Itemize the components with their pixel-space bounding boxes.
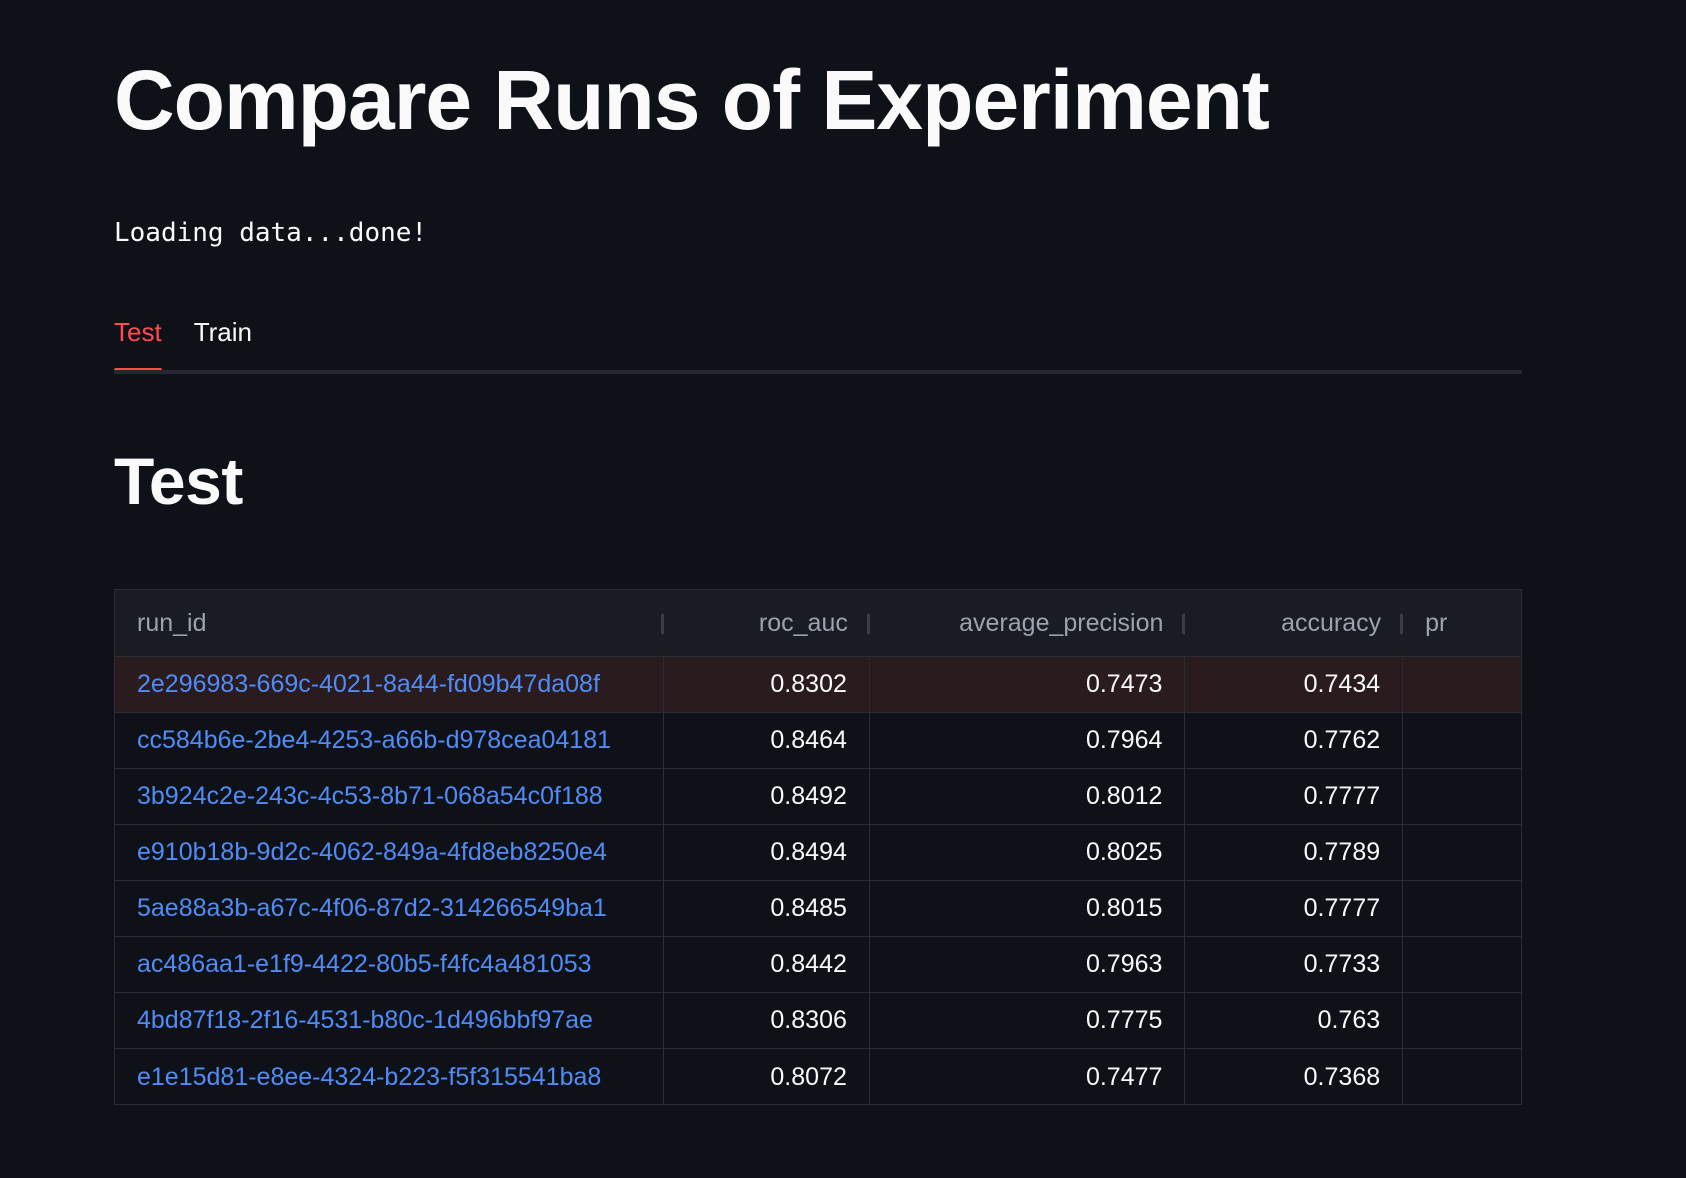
run-link[interactable]: cc584b6e-2be4-4253-a66b-d978cea04181 [137,726,611,755]
column-header-run-id[interactable]: run_id [115,590,665,656]
table-row[interactable]: 5ae88a3b-a67c-4f06-87d2-314266549ba1 0.8… [115,881,1521,937]
cell-average-precision[interactable]: 0.8015 [870,881,1186,936]
cell-run-id[interactable]: e1e15d81-e8ee-4324-b223-f5f315541ba8 [115,1049,665,1104]
runs-table[interactable]: run_id roc_auc average_precision accurac… [114,589,1522,1105]
cell-run-id[interactable]: ac486aa1-e1f9-4422-80b5-f4fc4a481053 [115,937,665,992]
column-header-label: average_precision [959,608,1164,637]
cell-accuracy[interactable]: 0.763 [1185,993,1404,1048]
section-title: Test [114,444,243,518]
cell-average-precision[interactable]: 0.7964 [870,713,1186,768]
cell-accuracy[interactable]: 0.7777 [1185,881,1404,936]
table-row[interactable]: e1e15d81-e8ee-4324-b223-f5f315541ba8 0.8… [115,1049,1521,1104]
cell-run-id[interactable]: 3b924c2e-243c-4c53-8b71-068a54c0f188 [115,769,665,824]
cell-pr[interactable] [1403,881,1521,936]
column-header-label: run_id [137,608,207,637]
cell-average-precision[interactable]: 0.7963 [870,937,1186,992]
tab-bar: Test Train [114,310,1522,374]
page-title: Compare Runs of Experiment [114,53,1270,147]
column-header-accuracy[interactable]: accuracy [1185,590,1404,656]
cell-average-precision[interactable]: 0.8012 [870,769,1186,824]
cell-pr[interactable] [1403,993,1521,1048]
run-link[interactable]: ac486aa1-e1f9-4422-80b5-f4fc4a481053 [137,950,592,979]
page: Compare Runs of Experiment Loading data.… [0,0,1686,1178]
run-link[interactable]: 5ae88a3b-a67c-4f06-87d2-314266549ba1 [137,894,607,923]
cell-roc-auc[interactable]: 0.8485 [664,881,870,936]
table-row[interactable]: 3b924c2e-243c-4c53-8b71-068a54c0f188 0.8… [115,769,1521,825]
cell-accuracy[interactable]: 0.7434 [1185,657,1404,712]
cell-roc-auc[interactable]: 0.8464 [664,713,870,768]
table-row[interactable]: e910b18b-9d2c-4062-849a-4fd8eb8250e4 0.8… [115,825,1521,881]
cell-accuracy[interactable]: 0.7762 [1185,713,1404,768]
cell-accuracy[interactable]: 0.7368 [1185,1049,1404,1104]
column-header-pr[interactable]: pr [1403,590,1521,656]
cell-roc-auc[interactable]: 0.8072 [664,1049,870,1104]
table-row[interactable]: 2e296983-669c-4021-8a44-fd09b47da08f 0.8… [115,657,1521,713]
column-header-label: pr [1425,608,1448,637]
cell-roc-auc[interactable]: 0.8306 [664,993,870,1048]
tab-train[interactable]: Train [194,310,252,370]
column-header-roc-auc[interactable]: roc_auc [664,590,870,656]
cell-roc-auc[interactable]: 0.8492 [664,769,870,824]
table-row[interactable]: cc584b6e-2be4-4253-a66b-d978cea04181 0.8… [115,713,1521,769]
cell-average-precision[interactable]: 0.8025 [870,825,1186,880]
table-row[interactable]: 4bd87f18-2f16-4531-b80c-1d496bbf97ae 0.8… [115,993,1521,1049]
cell-average-precision[interactable]: 0.7775 [870,993,1186,1048]
tab-test[interactable]: Test [114,310,162,372]
cell-accuracy[interactable]: 0.7733 [1185,937,1404,992]
column-header-label: accuracy [1281,608,1382,637]
column-header-label: roc_auc [758,608,848,637]
cell-accuracy[interactable]: 0.7777 [1185,769,1404,824]
tab-list: Test Train [114,310,1522,372]
tab-divider [114,370,1522,374]
cell-run-id[interactable]: 5ae88a3b-a67c-4f06-87d2-314266549ba1 [115,881,665,936]
run-link[interactable]: 4bd87f18-2f16-4531-b80c-1d496bbf97ae [137,1006,593,1035]
cell-pr[interactable] [1403,937,1521,992]
cell-roc-auc[interactable]: 0.8494 [664,825,870,880]
cell-run-id[interactable]: 4bd87f18-2f16-4531-b80c-1d496bbf97ae [115,993,665,1048]
table-row[interactable]: ac486aa1-e1f9-4422-80b5-f4fc4a481053 0.8… [115,937,1521,993]
status-message: Loading data...done! [114,218,428,248]
cell-pr[interactable] [1403,713,1521,768]
cell-run-id[interactable]: 2e296983-669c-4021-8a44-fd09b47da08f [115,657,665,712]
column-header-average-precision[interactable]: average_precision [870,590,1186,656]
run-link[interactable]: 2e296983-669c-4021-8a44-fd09b47da08f [137,670,600,699]
run-link[interactable]: e1e15d81-e8ee-4324-b223-f5f315541ba8 [137,1063,601,1092]
cell-run-id[interactable]: e910b18b-9d2c-4062-849a-4fd8eb8250e4 [115,825,665,880]
cell-pr[interactable] [1403,769,1521,824]
cell-roc-auc[interactable]: 0.8302 [664,657,870,712]
table-header: run_id roc_auc average_precision accurac… [115,590,1521,657]
cell-pr[interactable] [1403,657,1521,712]
run-link[interactable]: e910b18b-9d2c-4062-849a-4fd8eb8250e4 [137,838,607,867]
run-link[interactable]: 3b924c2e-243c-4c53-8b71-068a54c0f188 [137,782,603,811]
cell-roc-auc[interactable]: 0.8442 [664,937,870,992]
cell-accuracy[interactable]: 0.7789 [1185,825,1404,880]
cell-average-precision[interactable]: 0.7477 [870,1049,1186,1104]
cell-pr[interactable] [1403,1049,1521,1104]
cell-run-id[interactable]: cc584b6e-2be4-4253-a66b-d978cea04181 [115,713,665,768]
cell-pr[interactable] [1403,825,1521,880]
cell-average-precision[interactable]: 0.7473 [870,657,1186,712]
